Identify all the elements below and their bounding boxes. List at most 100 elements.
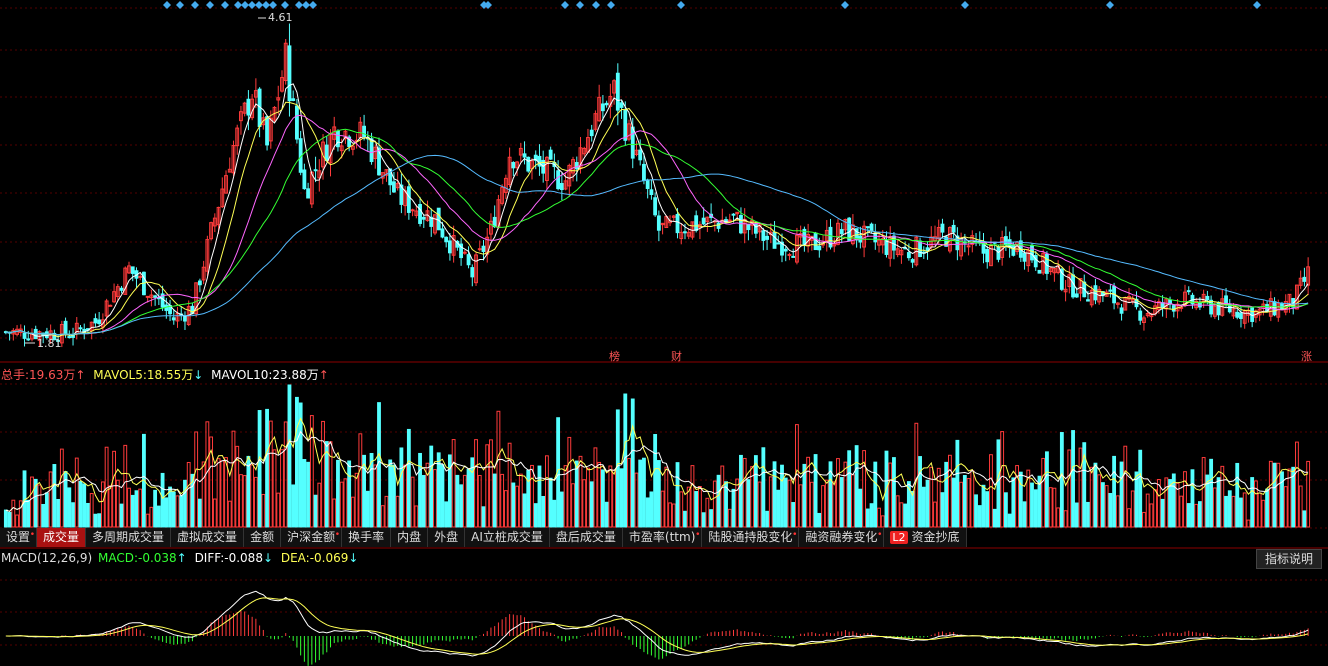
tab-9[interactable]: AI立桩成交量 bbox=[465, 528, 550, 547]
volume-bar bbox=[686, 486, 691, 528]
volume-bar bbox=[645, 497, 650, 528]
volume-bar bbox=[119, 503, 124, 528]
volume-bar bbox=[1242, 492, 1247, 528]
volume-bar bbox=[947, 454, 952, 528]
candle-body bbox=[873, 233, 878, 243]
volume-bar bbox=[1097, 474, 1102, 528]
tab-10[interactable]: 盘后成交量 bbox=[549, 528, 623, 547]
volume-bar bbox=[421, 475, 426, 528]
volume-bar bbox=[82, 483, 87, 528]
volume-bar bbox=[757, 481, 762, 528]
volume-bar bbox=[1119, 461, 1124, 528]
candle-body bbox=[813, 232, 818, 251]
volume-bar bbox=[455, 474, 460, 528]
volume-bar bbox=[433, 469, 437, 528]
candle-body bbox=[556, 170, 561, 190]
volume-bar bbox=[507, 442, 512, 528]
candle-body bbox=[865, 226, 870, 229]
volume-bar bbox=[1164, 477, 1169, 528]
volume-bar bbox=[515, 485, 519, 528]
volume-bar bbox=[1265, 488, 1270, 528]
candle-body bbox=[1235, 311, 1240, 318]
volume-bar bbox=[1235, 462, 1240, 528]
macd-name: MACD(12,26,9) bbox=[1, 551, 93, 565]
candle-body bbox=[1037, 269, 1042, 274]
volume-bar bbox=[578, 455, 583, 528]
indicator-tab-bar: 设置 • 成交量 多周期成交量 虚拟成交量 金额 沪深金额 • 换手率 内盘 外盘 AI立桩成交量 盘后… bbox=[0, 528, 967, 547]
mavol10-label: MAVOL10: bbox=[211, 368, 273, 382]
volume-bar bbox=[892, 457, 896, 528]
chart-stage[interactable]: 4.61 1.81 bbox=[0, 0, 1328, 666]
candle-body bbox=[421, 216, 426, 220]
volume-bar bbox=[537, 465, 542, 528]
tab-5[interactable]: 沪深金额 • bbox=[281, 528, 343, 547]
tab-7[interactable]: 内盘 bbox=[391, 528, 429, 547]
high-price-label: 4.61 bbox=[268, 11, 293, 24]
volume-bar bbox=[638, 459, 643, 528]
volume-bar bbox=[306, 461, 311, 528]
low-price-label: 1.81 bbox=[37, 337, 62, 350]
candle-body bbox=[716, 222, 721, 229]
macd-label: MACD: bbox=[97, 551, 138, 565]
macd-legend: MACD(12,26,9) MACD:-0.038↑ DIFF:-0.088↓ … bbox=[1, 551, 359, 565]
volume-bar bbox=[716, 474, 721, 528]
volume-bar bbox=[74, 457, 79, 528]
candle-body bbox=[638, 149, 643, 161]
volume-bar bbox=[869, 503, 874, 528]
volume-bar bbox=[1007, 513, 1012, 528]
candle-body bbox=[630, 126, 635, 159]
volume-bar bbox=[503, 490, 508, 528]
tab-label: 陆股通持股变化 bbox=[708, 530, 793, 544]
volume-bar bbox=[985, 491, 990, 528]
volume-total-value: 19.63万 bbox=[29, 368, 76, 382]
tab-3[interactable]: 虚拟成交量 bbox=[171, 528, 245, 547]
volume-bar bbox=[847, 450, 852, 528]
candle-body bbox=[108, 304, 113, 307]
volume-bar bbox=[873, 461, 878, 528]
candle-body bbox=[783, 248, 788, 252]
volume-bar bbox=[459, 484, 464, 528]
volume-bar bbox=[996, 439, 1001, 528]
tab-14[interactable]: L2 资金抄底 bbox=[884, 528, 967, 547]
tab-label: AI立桩成交量 bbox=[471, 530, 543, 544]
candle-body bbox=[145, 295, 150, 298]
volume-bar bbox=[440, 464, 445, 528]
tab-label: 外盘 bbox=[434, 530, 459, 544]
volume-bar bbox=[660, 490, 665, 528]
volume-bar bbox=[1306, 460, 1311, 528]
candle-body bbox=[1086, 299, 1090, 302]
tab-2[interactable]: 多周期成交量 bbox=[86, 528, 172, 547]
volume-bar bbox=[1071, 430, 1075, 528]
volume-bar bbox=[1224, 495, 1228, 528]
tab-0[interactable]: 设置 • bbox=[0, 528, 38, 547]
signal-diamond bbox=[1253, 1, 1261, 9]
volume-bar bbox=[642, 457, 646, 528]
volume-bar bbox=[1227, 490, 1232, 528]
volume-bar bbox=[593, 447, 598, 528]
volume-bar bbox=[1115, 495, 1120, 528]
volume-bar bbox=[839, 477, 844, 528]
tab-13[interactable]: 融资融券变化 • bbox=[799, 528, 885, 547]
tab-label: 金额 bbox=[250, 530, 275, 544]
volume-bar bbox=[668, 502, 672, 528]
volume-bar bbox=[280, 449, 284, 528]
tab-12[interactable]: 陆股通持股变化 • bbox=[702, 528, 800, 547]
tab-6[interactable]: 换手率 bbox=[342, 528, 392, 547]
tab-8[interactable]: 外盘 bbox=[428, 528, 466, 547]
volume-bar bbox=[1149, 503, 1154, 528]
volume-bar bbox=[821, 485, 825, 528]
volume-bar bbox=[623, 393, 628, 528]
candle-body bbox=[302, 169, 307, 190]
volume-bar bbox=[1268, 460, 1273, 528]
volume-bar bbox=[1011, 477, 1016, 528]
candle-body bbox=[1205, 295, 1210, 301]
volume-bar bbox=[354, 472, 359, 528]
indicator-help-button[interactable]: 指标说明 bbox=[1255, 549, 1322, 569]
tab-11[interactable]: 市盈率(ttm) • bbox=[622, 528, 703, 547]
tab-1[interactable]: 成交量 bbox=[37, 528, 87, 547]
tab-4[interactable]: 金额 bbox=[244, 528, 282, 547]
l2-badge: L2 bbox=[890, 531, 908, 544]
volume-bar bbox=[127, 487, 131, 528]
volume-bar bbox=[339, 481, 344, 528]
volume-bar bbox=[197, 498, 202, 528]
